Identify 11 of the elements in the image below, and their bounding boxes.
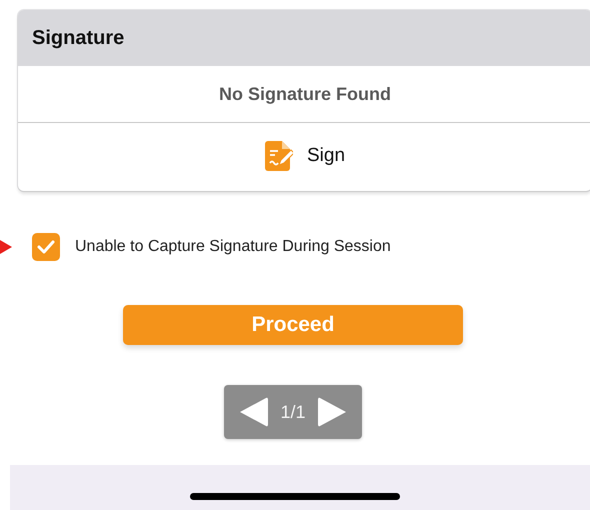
checkmark-icon [37, 240, 55, 254]
card-title: Signature [32, 26, 124, 50]
pointer-arrow-icon [0, 240, 12, 254]
page-counter: 1/1 [280, 402, 306, 422]
checkbox[interactable] [32, 233, 60, 261]
document-pen-icon [264, 141, 293, 171]
status-text: No Signature Found [219, 84, 391, 104]
sign-button[interactable]: Sign [264, 139, 346, 173]
previous-page-button[interactable] [240, 397, 268, 427]
checkbox-label: Unable to Capture Signature During Session [75, 238, 391, 256]
next-page-button[interactable] [318, 397, 346, 427]
